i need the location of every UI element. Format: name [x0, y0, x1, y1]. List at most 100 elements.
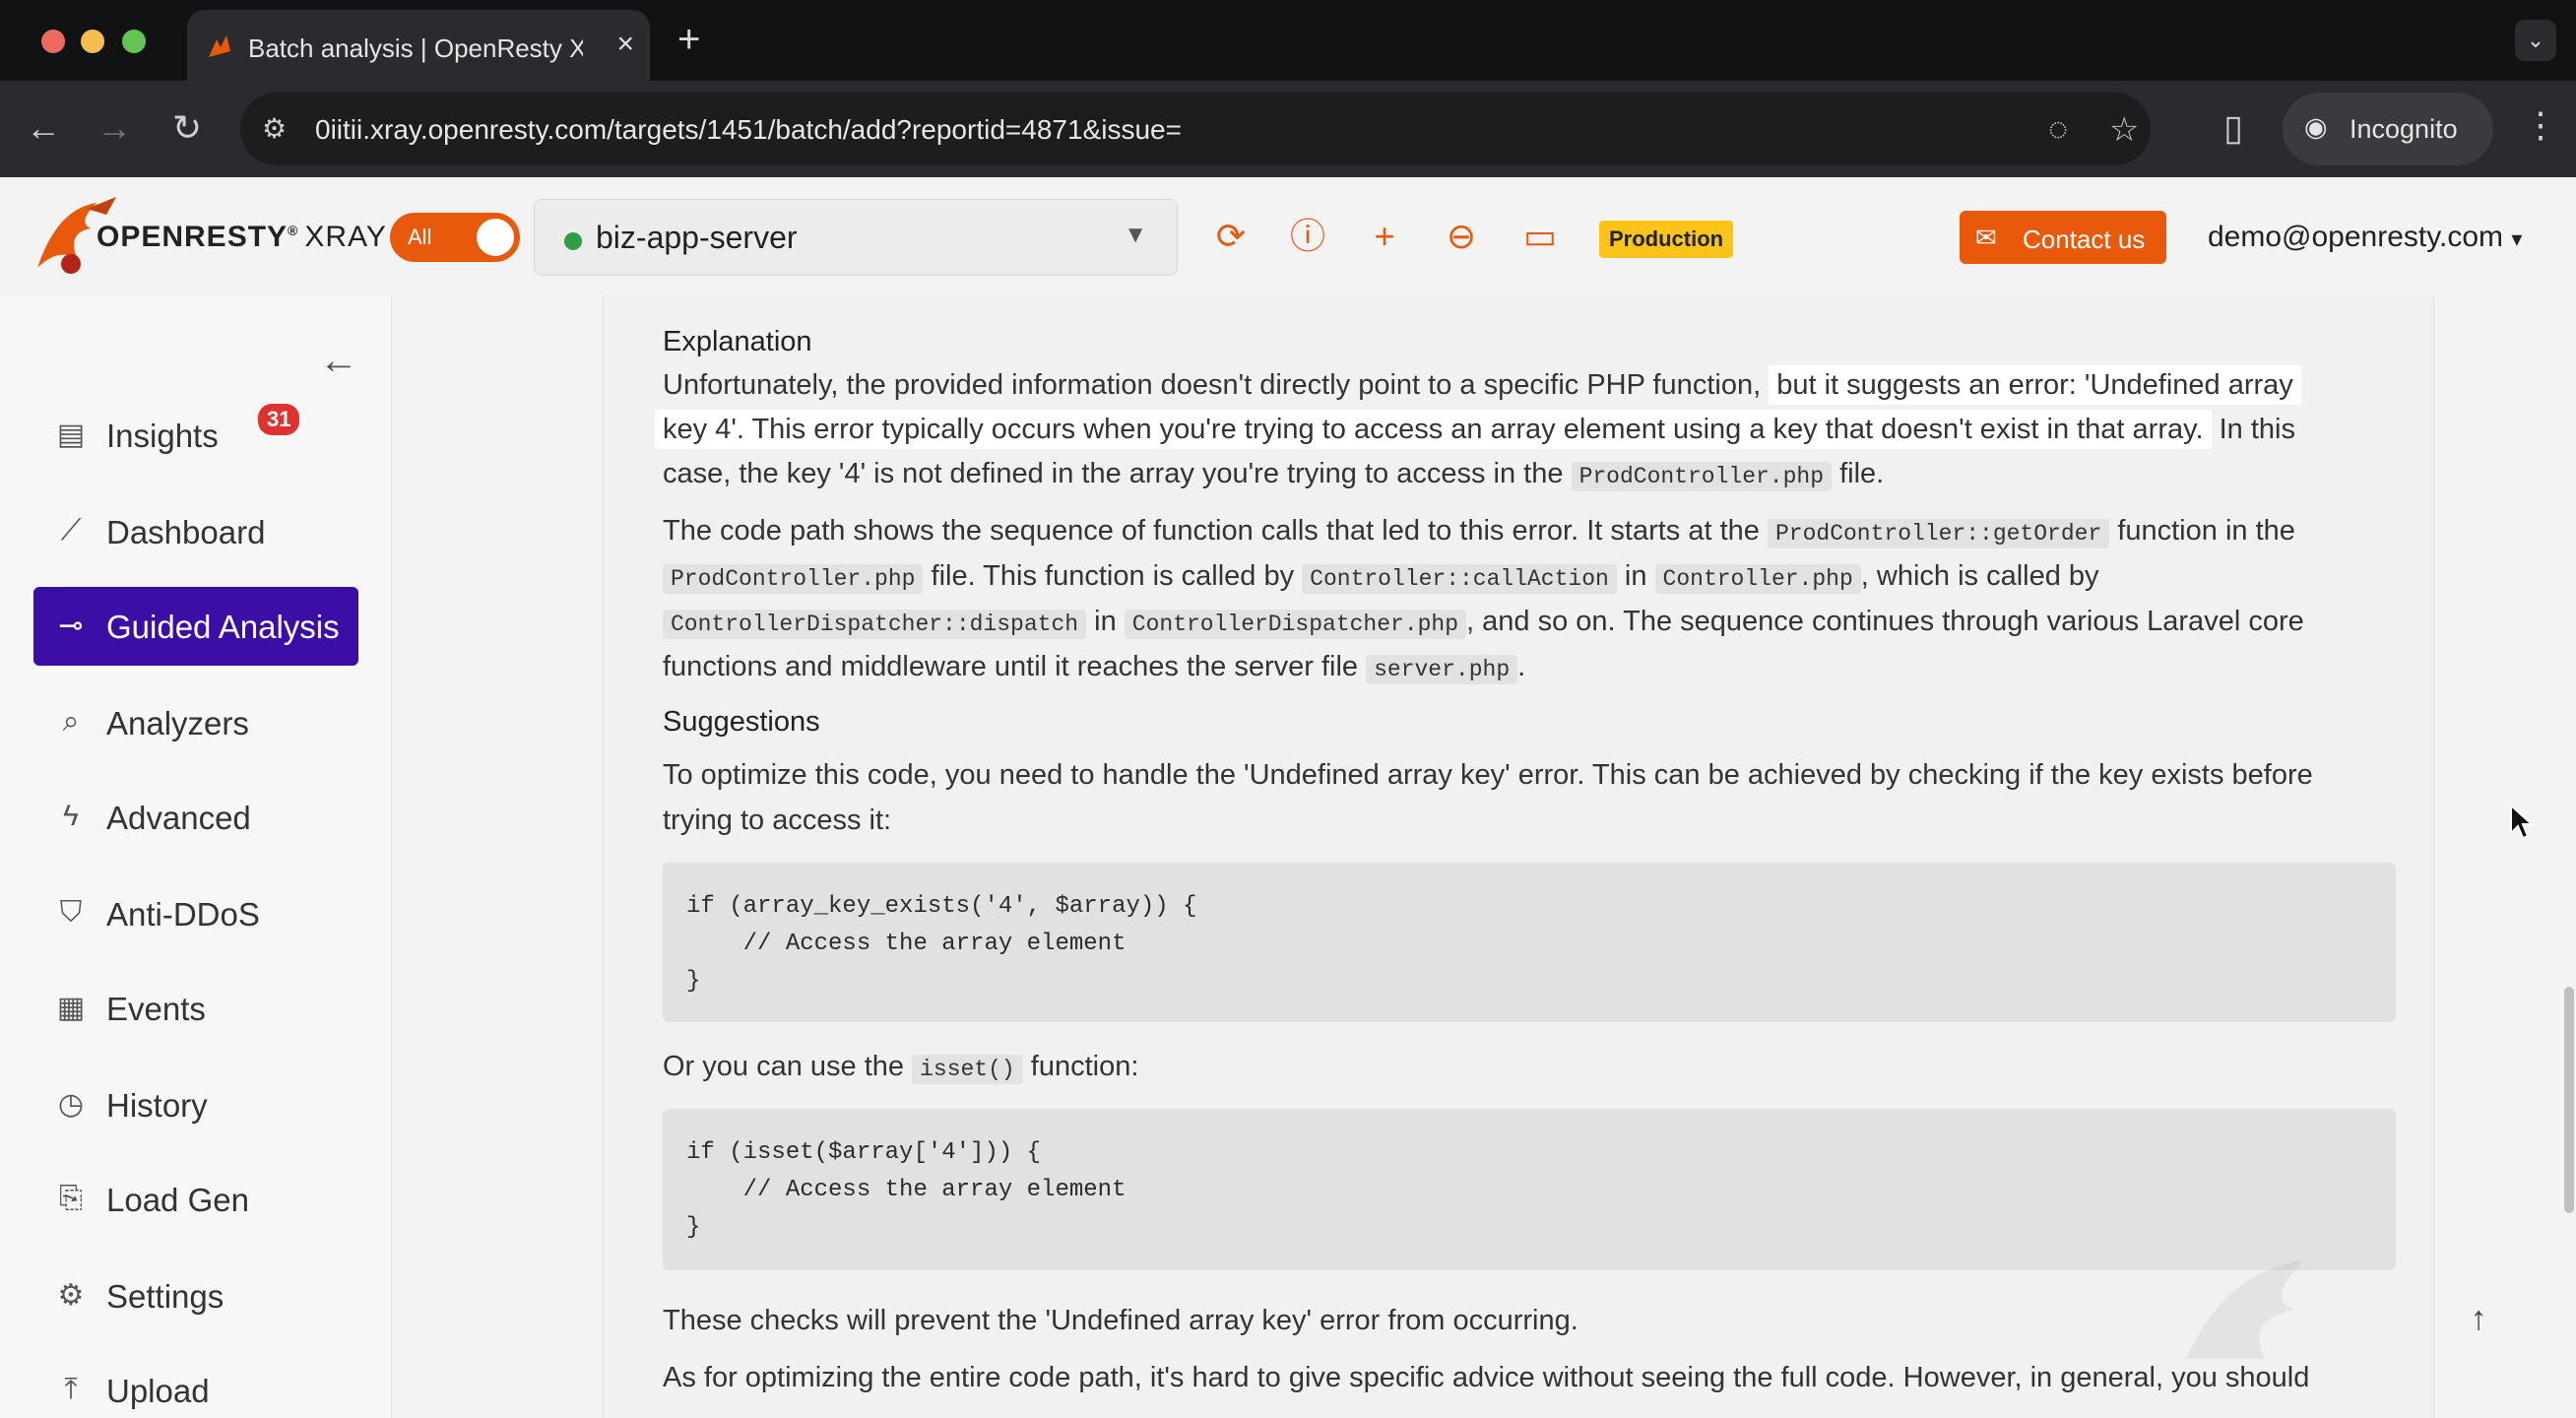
openresty-favicon-icon — [209, 35, 230, 57]
sidebar-item-history[interactable]: ◷ History — [33, 1065, 358, 1144]
text: in — [1094, 606, 1117, 637]
sidebar-item-events[interactable]: ▦ Events — [33, 969, 358, 1048]
analysis-card: Explanation Unfortunately, the provided … — [603, 297, 2434, 1418]
new-tab-button[interactable]: + — [677, 18, 700, 62]
collapse-sidebar-icon[interactable]: ← — [319, 339, 358, 383]
inline-code: ControllerDispatcher.php — [1124, 610, 1467, 639]
bolt-icon: ϟ — [63, 800, 79, 832]
chevron-down-icon: ▼ — [1124, 222, 1147, 248]
url-text: 0iitii.xray.openresty.com/targets/1451/b… — [315, 114, 1182, 145]
sidebar-item-insights[interactable]: ▤ Insights 31 — [33, 396, 358, 475]
guided-icon: ⊸ — [58, 610, 84, 642]
text: file. — [1839, 458, 1885, 489]
user-menu[interactable]: demo@openresty.com ▾ — [2208, 221, 2522, 254]
eye-off-icon[interactable]: ◌ — [2048, 110, 2068, 149]
browser-menu-icon[interactable]: ⋮ — [2523, 104, 2558, 146]
incognito-indicator[interactable]: ◉ Incognito — [2283, 93, 2493, 165]
codepath-line-1: The code path shows the sequence of func… — [663, 508, 2295, 556]
remove-icon[interactable]: ⊖ — [1440, 215, 1483, 258]
highlighted-text: key 4'. This error typically occurs when… — [655, 410, 2212, 449]
code-text: if (array_key_exists('4', $array)) { // … — [686, 893, 1197, 995]
insights-count-badge: 31 — [258, 404, 300, 435]
logo-text[interactable]: OPENRESTY® XRAY — [97, 221, 387, 254]
reload-button[interactable]: ↻ — [165, 106, 209, 150]
sidebar-item-analyzers[interactable]: ⌕ Analyzers — [33, 683, 358, 762]
minimize-window-button[interactable] — [81, 30, 104, 53]
contact-us-button[interactable]: ✉ Contact us — [1960, 211, 2166, 264]
text: functions and middleware until it reache… — [663, 651, 1359, 682]
text: Or you can use the — [663, 1051, 905, 1082]
all-toggle[interactable]: All — [390, 213, 520, 262]
server-select[interactable]: biz-app-server ▼ — [534, 199, 1178, 276]
inline-code: Controller.php — [1654, 564, 1861, 594]
explanation-line-2: key 4'. This error typically occurs when… — [655, 407, 2295, 452]
magnifier-icon: ⌕ — [62, 705, 80, 738]
address-bar[interactable]: ⚙ 0iitii.xray.openresty.com/targets/1451… — [240, 93, 2151, 165]
suggestion-line-2: trying to access it: — [663, 805, 892, 836]
add-icon[interactable]: + — [1363, 215, 1406, 258]
sidebar-item-label: Dashboard — [106, 514, 266, 550]
codepath-line-2: ProdController.php file. This function i… — [663, 553, 2099, 602]
incognito-icon: ◉ — [2304, 112, 2328, 142]
explanation-line-3: case, the key '4' is not defined in the … — [663, 451, 1884, 499]
inline-code: ControllerDispatcher::dispatch — [663, 610, 1087, 639]
site-settings-icon[interactable]: ⚙ — [262, 112, 297, 148]
sidebar-item-upload[interactable]: ⤒ Upload — [33, 1351, 358, 1418]
codepath-line-3: ControllerDispatcher::dispatch in Contro… — [663, 599, 2304, 647]
page-scrollbar[interactable] — [2564, 987, 2574, 1213]
inline-code: Controller::callAction — [1302, 564, 1617, 594]
forward-button[interactable]: → — [93, 106, 136, 150]
checks-note: These checks will prevent the 'Undefined… — [663, 1305, 1578, 1336]
maximize-window-button[interactable] — [122, 30, 146, 53]
browser-tab[interactable]: Batch analysis | OpenResty X × — [187, 10, 650, 81]
close-window-button[interactable] — [41, 30, 65, 53]
sidebar-item-settings[interactable]: ⚙ Settings — [33, 1257, 358, 1335]
sidebar-item-anti-ddos[interactable]: ⛉ Anti-DDoS — [33, 874, 358, 953]
optimization-note: As for optimizing the entire code path, … — [663, 1362, 2310, 1393]
code-text: if (isset($array['4'])) { // Access the … — [686, 1139, 1127, 1241]
text: , and so on. The sequence continues thro… — [1466, 606, 2304, 637]
sidebar-item-dashboard[interactable]: ⟋ Dashboard — [33, 492, 358, 571]
side-panel-icon[interactable]: ▯ — [2212, 106, 2255, 150]
sidebar-item-guided-analysis[interactable]: ⊸ Guided Analysis — [33, 587, 358, 666]
clock-icon: ◷ — [57, 1088, 85, 1121]
document-icon: ▤ — [56, 419, 86, 451]
server-name: biz-app-server — [596, 220, 798, 255]
code-block-isset: if (isset($array['4'])) { // Access the … — [663, 1109, 2396, 1270]
inline-code: ProdController::getOrder — [1767, 519, 2110, 548]
sidebar-item-advanced[interactable]: ϟ Advanced — [33, 778, 358, 857]
text: in — [1624, 560, 1647, 592]
sidebar-item-label: Events — [106, 991, 206, 1027]
environment-badge: Production — [1599, 221, 1734, 258]
bookmark-star-icon[interactable]: ☆ — [2109, 110, 2139, 150]
code-block-array-key-exists: if (array_key_exists('4', $array)) { // … — [663, 863, 2396, 1022]
openresty-watermark-icon — [2186, 1260, 2304, 1359]
isset-line: Or you can use the isset() function: — [663, 1044, 1138, 1092]
explanation-heading: Explanation — [663, 326, 812, 357]
sidebar-item-label: Upload — [106, 1373, 210, 1409]
toggle-label: All — [408, 225, 432, 249]
target-settings-icon[interactable]: ▭ — [1518, 215, 1562, 258]
explanation-line-1: Unfortunately, the provided information … — [663, 362, 2301, 408]
suggestion-line-1: To optimize this code, you need to handl… — [663, 759, 2313, 791]
sidebar-item-load-gen[interactable]: ⎘ Load Gen — [33, 1160, 358, 1239]
inline-code: ProdController.php — [663, 564, 924, 594]
text: function in the — [2117, 515, 2295, 547]
inline-code: isset() — [912, 1055, 1023, 1084]
info-icon[interactable]: ⓘ — [1286, 215, 1329, 258]
refresh-icon[interactable]: ⟳ — [1209, 215, 1253, 258]
logo-product: XRAY — [304, 221, 387, 253]
sidebar-item-label: History — [106, 1087, 208, 1124]
back-button[interactable]: ← — [22, 106, 65, 150]
highlighted-text: but it suggests an error: 'Undefined arr… — [1769, 365, 2301, 405]
codepath-line-4: functions and middleware until it reache… — [663, 644, 1525, 692]
sidebar-item-label: Settings — [106, 1278, 225, 1315]
toggle-knob — [477, 219, 514, 256]
mail-icon: ✉ — [1975, 223, 1997, 252]
text: case, the key '4' is not defined in the … — [663, 458, 1564, 489]
scroll-to-top-button[interactable]: ↑ — [2450, 1290, 2507, 1347]
text: file. This function is called by — [931, 560, 1295, 592]
close-tab-icon[interactable]: × — [616, 28, 634, 61]
suggestions-heading: Suggestions — [663, 706, 820, 738]
tab-search-button[interactable]: ⌄ — [2515, 20, 2556, 61]
